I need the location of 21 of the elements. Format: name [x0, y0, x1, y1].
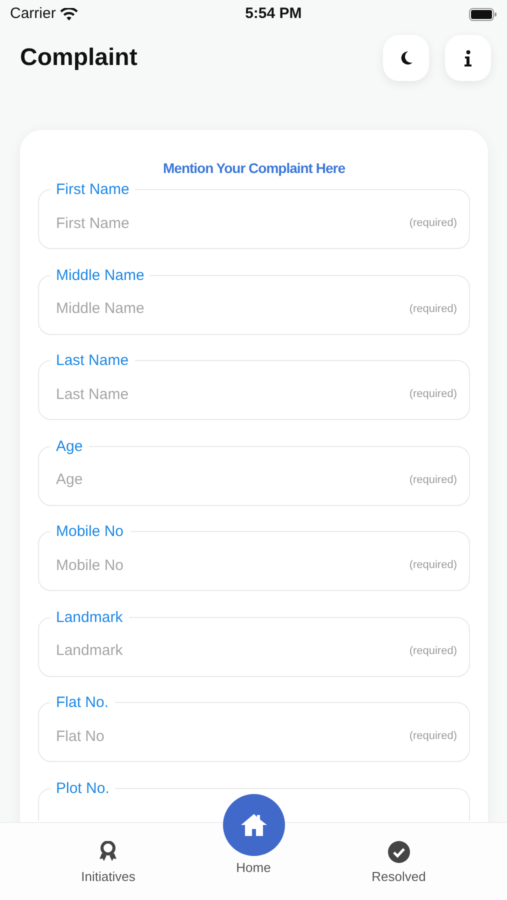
battery-icon — [468, 8, 497, 20]
carrier-label: Carrier — [10, 4, 56, 24]
award-icon — [99, 841, 118, 863]
info-button[interactable] — [445, 35, 491, 81]
wifi-icon — [60, 8, 78, 20]
home-icon — [240, 813, 268, 837]
theme-toggle-button[interactable] — [383, 35, 429, 81]
required-hint: (required) — [409, 558, 457, 573]
info-icon — [464, 50, 472, 66]
form-heading: Mention Your Complaint Here — [162, 159, 346, 178]
required-hint: (required) — [409, 216, 457, 231]
required-hint: (required) — [409, 472, 457, 488]
clock-time: 5:54 PM — [245, 4, 302, 24]
tab-item[interactable]: Resolved — [290, 823, 507, 900]
check-circle-icon — [388, 841, 410, 863]
required-hint: (required) — [409, 387, 457, 402]
required-hint: (required) — [409, 644, 457, 658]
tab-item[interactable]: Initiatives — [0, 823, 216, 900]
required-hint: (required) — [409, 302, 457, 316]
required-hint: (required) — [409, 729, 457, 744]
page-title: Complaint — [20, 44, 138, 72]
